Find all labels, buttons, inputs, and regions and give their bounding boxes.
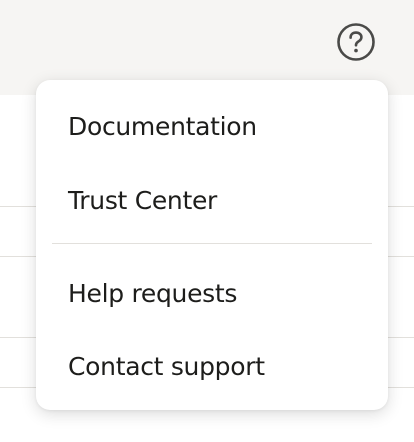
menu-item-contact-support[interactable]: Contact support bbox=[36, 338, 388, 394]
menu-divider bbox=[52, 243, 372, 244]
menu-item-documentation[interactable]: Documentation bbox=[36, 98, 388, 154]
question-circle-icon bbox=[337, 23, 375, 61]
help-button[interactable] bbox=[335, 21, 377, 63]
app-screen: Documentation Trust Center Help requests… bbox=[0, 0, 414, 442]
menu-item-trust-center[interactable]: Trust Center bbox=[36, 172, 388, 228]
menu-item-help-requests[interactable]: Help requests bbox=[36, 265, 388, 321]
help-menu: Documentation Trust Center Help requests… bbox=[36, 80, 388, 410]
